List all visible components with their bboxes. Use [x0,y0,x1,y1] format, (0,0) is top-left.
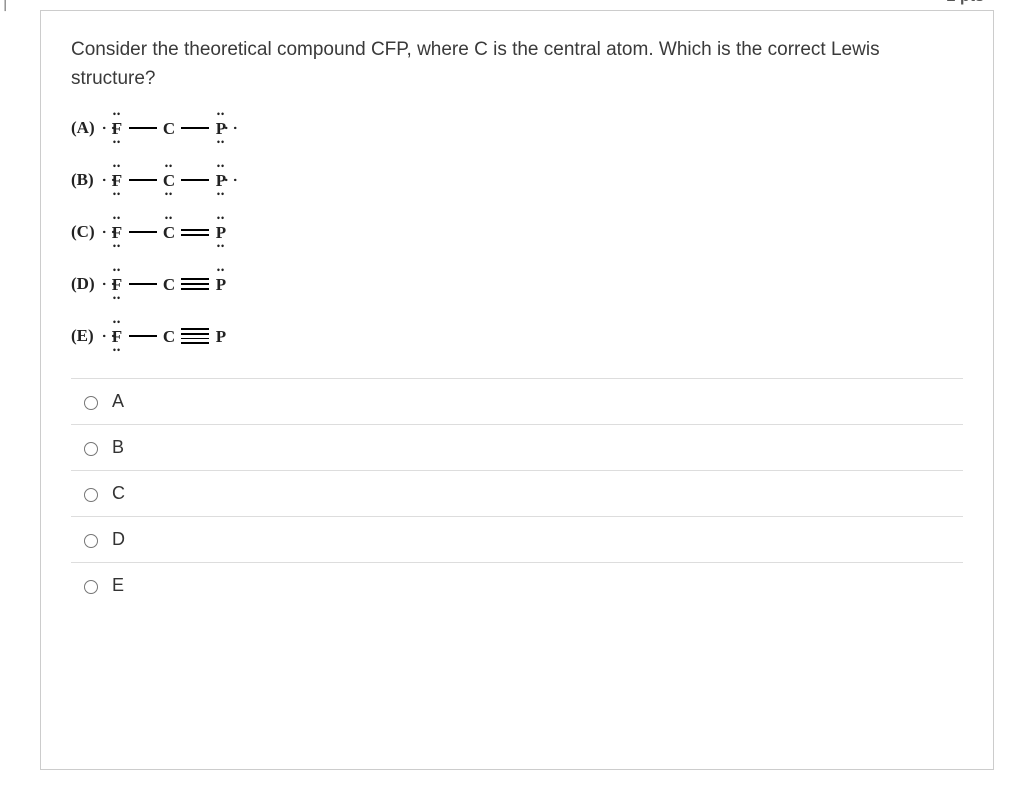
atom-c: C [159,224,179,241]
lone-pair [113,214,121,223]
option-row: (A)FCP [71,118,963,138]
atom-f: F [107,172,127,189]
lone-pair [217,214,225,223]
atom-f: F [107,224,127,241]
page: 2 pts Consider the theoretical compound … [0,0,1024,770]
bond-4 [181,328,209,344]
lone-pair [113,110,121,119]
answer-choice-b[interactable]: B [71,425,963,471]
atom-p: P [211,172,231,189]
answer-list: A B C D E [71,378,963,608]
answer-choice-a[interactable]: A [71,379,963,425]
bond-1 [129,172,157,188]
lone-pair [113,266,121,275]
answer-choice-c[interactable]: C [71,471,963,517]
radio-b[interactable] [84,442,98,456]
lone-pair [217,266,225,275]
bond-1 [181,120,209,136]
bond-1 [129,328,157,344]
atom-p: P [211,224,231,241]
bond-1 [181,172,209,188]
answer-label: D [112,529,125,550]
option-row: (C)FCP [71,222,963,242]
option-row: (D)FCP [71,274,963,294]
lone-pair [217,110,225,119]
bond-1 [129,224,157,240]
answer-choice-e[interactable]: E [71,563,963,608]
lone-pair [165,162,173,171]
lone-pair [113,162,121,171]
question-header: 2 pts [0,0,1024,10]
points-label: 2 pts [947,0,984,6]
lone-pair [217,138,225,147]
answer-label: E [112,575,124,596]
atom-f: F [107,328,127,345]
answer-choice-d[interactable]: D [71,517,963,563]
option-row: (B)FCP [71,170,963,190]
radio-a[interactable] [84,396,98,410]
radio-d[interactable] [84,534,98,548]
lewis-structure: FCP [107,276,231,293]
atom-p: P [211,120,231,137]
lone-pair [113,138,121,147]
lone-pair [113,294,121,303]
atom-c: C [159,328,179,345]
flag-icon[interactable] [0,0,20,12]
lone-pair [217,190,225,199]
option-row: (E)FCP [71,326,963,346]
lone-pair [99,282,117,285]
atom-c: C [159,120,179,137]
atom-f: F [107,120,127,137]
lone-pair [165,214,173,223]
bond-1 [129,276,157,292]
lewis-options: (A)FCP(B)FCP(C)FCP(D)FCP(E)FCP [71,118,963,346]
lone-pair [99,230,117,233]
lone-pair [99,126,117,129]
atom-c: C [159,172,179,189]
question-text: Consider the theoretical compound CFP, w… [71,36,963,93]
lone-pair [221,126,239,129]
atom-f: F [107,276,127,293]
answer-label: A [112,391,124,412]
lone-pair [113,190,121,199]
lewis-structure: FCP [107,120,231,137]
lone-pair [113,346,121,355]
lewis-structure: FCP [107,172,231,189]
lone-pair [221,178,239,181]
lone-pair [165,190,173,199]
atom-p: P [211,276,231,293]
atom-c: C [159,276,179,293]
lone-pair [217,242,225,251]
lone-pair [113,318,121,327]
radio-e[interactable] [84,580,98,594]
question-card: Consider the theoretical compound CFP, w… [40,10,994,770]
lone-pair [217,162,225,171]
lewis-structure: FCP [107,224,231,241]
bond-1 [129,120,157,136]
bond-3 [181,276,209,292]
lewis-structure: FCP [107,328,231,345]
lone-pair [99,334,117,337]
radio-c[interactable] [84,488,98,502]
answer-label: C [112,483,125,504]
lone-pair [99,178,117,181]
answer-label: B [112,437,124,458]
bond-2 [181,224,209,240]
lone-pair [113,242,121,251]
atom-p: P [211,328,231,345]
